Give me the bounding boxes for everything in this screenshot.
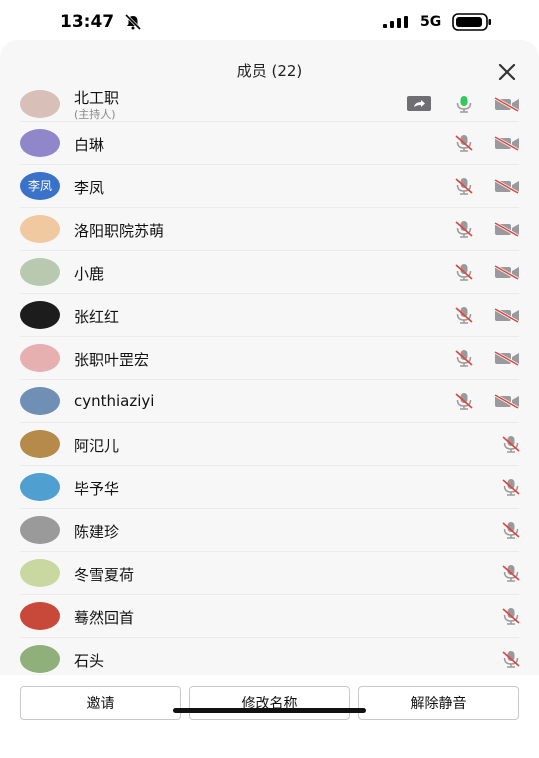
camera-off-icon[interactable] (494, 134, 520, 152)
mic-muted-icon[interactable] (498, 435, 524, 453)
mic-muted-icon[interactable] (451, 177, 477, 195)
close-icon[interactable] (496, 61, 518, 83)
mic-muted-icon[interactable] (498, 650, 524, 668)
mic-muted-icon[interactable] (498, 564, 524, 582)
mic-muted-icon[interactable] (451, 263, 477, 281)
avatar (20, 129, 60, 157)
camera-off-icon[interactable] (494, 263, 520, 281)
camera-off-icon[interactable] (494, 220, 520, 238)
member-row[interactable]: 蓦然回首 (20, 595, 520, 638)
bell-muted-icon (124, 14, 142, 30)
mic-muted-icon[interactable] (451, 306, 477, 324)
invite-button[interactable]: 邀请 (20, 686, 181, 720)
network-label: 5G (420, 14, 442, 30)
member-name: 冬雪夏荷 (74, 566, 135, 584)
camera-off-icon[interactable] (494, 177, 520, 195)
member-name: 洛阳职院苏萌 (74, 222, 165, 240)
member-name: cynthiaziyi (74, 392, 155, 410)
avatar-text: 李凤 (27, 179, 52, 193)
avatar (20, 90, 60, 118)
mic-muted-icon[interactable] (451, 220, 477, 238)
avatar (20, 430, 60, 458)
member-name: 北工职 (74, 89, 120, 107)
member-row[interactable]: 毕予华 (20, 466, 520, 509)
avatar (20, 645, 60, 673)
status-time: 13:47 (60, 12, 115, 32)
member-name: 小鹿 (74, 265, 105, 283)
avatar (20, 215, 60, 243)
mic-muted-icon[interactable] (451, 134, 477, 152)
unmute-button[interactable]: 解除静音 (358, 686, 519, 720)
member-name: 白琳 (74, 136, 105, 154)
mic-muted-icon[interactable] (451, 349, 477, 367)
member-row[interactable]: 北工职 (主持人) (20, 87, 519, 122)
camera-off-icon[interactable] (494, 95, 520, 113)
screen-share-icon[interactable] (406, 95, 432, 113)
member-name: 蓦然回首 (74, 609, 135, 627)
camera-off-icon[interactable] (494, 349, 520, 367)
status-bar: 13:47 5G (0, 0, 539, 42)
member-row[interactable]: 张红红 (20, 294, 519, 337)
member-row[interactable]: 陈建珍 (20, 509, 520, 552)
sheet-header: 成员 (22) (0, 40, 539, 88)
rename-button[interactable]: 修改名称 (189, 686, 350, 720)
avatar (20, 516, 60, 544)
member-name: 石头 (74, 652, 105, 670)
member-row[interactable]: 冬雪夏荷 (20, 552, 520, 595)
member-name: 毕予华 (74, 480, 120, 498)
member-list: 北工职 (主持人) 白琳 李凤 李凤 洛阳职院苏萌 小鹿 张红红 张职叶罡宏 c… (0, 87, 539, 675)
mic-muted-icon[interactable] (451, 392, 477, 410)
host-label: (主持人) (74, 108, 116, 121)
member-row[interactable]: 阿氾儿 (20, 423, 520, 466)
member-row[interactable]: 张职叶罡宏 (20, 337, 519, 380)
member-name: 陈建珍 (74, 523, 120, 541)
battery-icon (452, 13, 491, 31)
member-name: 阿氾儿 (74, 437, 120, 455)
camera-off-icon[interactable] (494, 392, 520, 410)
mic-muted-icon[interactable] (498, 521, 524, 539)
camera-off-icon[interactable] (494, 306, 520, 324)
bottom-action-bar: 邀请 修改名称 解除静音 (0, 675, 539, 758)
mic-on-icon[interactable] (451, 95, 477, 113)
avatar (20, 258, 60, 286)
member-row[interactable]: 李凤 李凤 (20, 165, 519, 208)
member-row[interactable]: 石头 (20, 638, 520, 675)
member-row[interactable]: 洛阳职院苏萌 (20, 208, 519, 251)
mic-muted-icon[interactable] (498, 478, 524, 496)
avatar (20, 473, 60, 501)
avatar (20, 387, 60, 415)
member-name: 李凤 (74, 179, 105, 197)
avatar (20, 559, 60, 587)
member-row[interactable]: 小鹿 (20, 251, 519, 294)
signal-icon (383, 16, 408, 28)
members-title: 成员 (22) (236, 62, 303, 80)
member-row[interactable]: 白琳 (20, 122, 519, 165)
avatar (20, 602, 60, 630)
member-name: 张职叶罡宏 (74, 351, 150, 369)
avatar (20, 301, 60, 329)
members-sheet: 成员 (22) 北工职 (主持人) 白琳 李凤 李凤 洛阳职院苏萌 小鹿 张红红… (0, 40, 539, 758)
member-name: 张红红 (74, 308, 120, 326)
avatar: 李凤 (20, 172, 60, 200)
mic-muted-icon[interactable] (498, 607, 524, 625)
avatar (20, 344, 60, 372)
home-indicator (173, 708, 366, 713)
member-row[interactable]: cynthiaziyi (20, 380, 519, 423)
meeting-members-screen: 13:47 5G 成员 (22) 北工职 (主持人) 白琳 李凤 李凤 洛阳职院… (0, 0, 539, 758)
